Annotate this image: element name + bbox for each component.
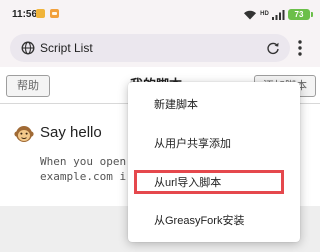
menu-item-install-from-greasyfork[interactable]: 从GreasyFork安装 (128, 206, 300, 236)
network-label: HD (260, 11, 269, 17)
status-bar: 11:56 HD 73 (0, 0, 320, 30)
browser-toolbar: Script List (0, 30, 320, 67)
help-button[interactable]: 帮助 (6, 75, 50, 97)
status-time: 11:56 (12, 9, 38, 20)
monkey-icon (14, 126, 34, 142)
url-text[interactable]: Script List (40, 41, 93, 55)
globe-icon (21, 41, 35, 55)
menu-item-new-script[interactable]: 新建脚本 (128, 90, 300, 120)
script-description-line-2: example.com i (40, 170, 127, 183)
script-description-line-1: When you open (40, 155, 127, 168)
reload-icon[interactable] (266, 41, 280, 55)
battery-icon: 73 (288, 8, 313, 20)
url-bar[interactable]: Script List (10, 34, 290, 62)
script-description: When you open example.com i (40, 154, 126, 184)
script-name: Say hello (40, 124, 102, 141)
highlight-annotation (134, 170, 284, 194)
status-indicators: HD 73 (243, 7, 313, 21)
menu-item-add-from-user-share[interactable]: 从用户共享添加 (128, 129, 300, 159)
notification-app-icon-2 (50, 9, 59, 18)
wifi-icon (244, 10, 256, 19)
more-vert-icon[interactable] (293, 38, 307, 58)
signal-icon (272, 9, 285, 20)
add-script-menu: 新建脚本 从用户共享添加 从url导入脚本 从GreasyFork安装 (128, 82, 300, 242)
notification-app-icon (36, 9, 45, 18)
